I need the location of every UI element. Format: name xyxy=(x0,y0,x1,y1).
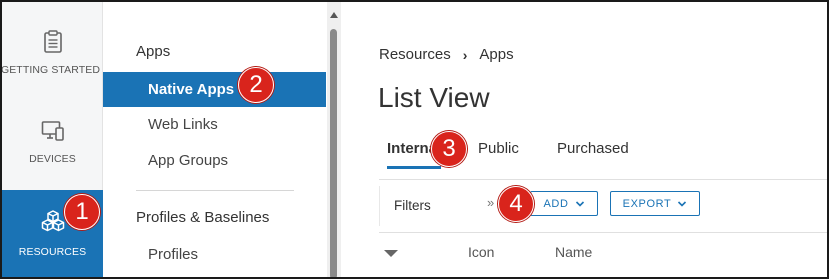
devices-icon xyxy=(41,120,65,142)
section-heading-apps: Apps xyxy=(136,43,171,60)
main-content: Resources › Apps List View Internal Publ… xyxy=(341,2,827,277)
toolbar-divider xyxy=(379,179,827,180)
callout-marker: 2 xyxy=(238,67,274,103)
add-button-label: ADD xyxy=(543,197,569,210)
collapse-filters-icon[interactable]: » xyxy=(487,195,494,210)
subnav-scrollbar[interactable] xyxy=(327,2,341,277)
add-button[interactable]: ADD xyxy=(530,191,598,216)
clipboard-icon xyxy=(43,30,63,54)
column-header-name[interactable]: Name xyxy=(555,244,592,260)
chevron-down-icon xyxy=(678,200,687,207)
section-heading-profiles-baselines: Profiles & Baselines xyxy=(136,209,270,226)
tab-public[interactable]: Public xyxy=(478,140,519,157)
export-button-label: EXPORT xyxy=(622,197,672,210)
subnav-item-web-links[interactable]: Web Links xyxy=(103,107,326,142)
subnav-item-profiles[interactable]: Profiles xyxy=(103,237,326,272)
export-button[interactable]: EXPORT xyxy=(610,191,700,216)
breadcrumb-resources-link[interactable]: Resources xyxy=(379,46,451,63)
app-window: GETTING STARTED DEVICES RESOURCES Apps N… xyxy=(0,0,829,279)
callout-marker: 3 xyxy=(431,131,467,167)
breadcrumb: Resources › Apps xyxy=(379,46,514,63)
secondary-nav: Apps Native Apps Web Links App Groups Pr… xyxy=(103,2,327,277)
chevron-down-icon xyxy=(575,200,584,207)
rail-item-label: RESOURCES xyxy=(18,246,87,258)
rail-item-getting-started[interactable]: GETTING STARTED xyxy=(2,30,103,100)
scrollbar-thumb[interactable] xyxy=(330,29,337,277)
callout-marker: 1 xyxy=(64,194,100,230)
rail-item-label: GETTING STARTED xyxy=(0,64,101,76)
cubes-icon xyxy=(40,210,66,232)
chevron-right-icon: › xyxy=(462,46,468,63)
primary-nav-rail: GETTING STARTED DEVICES RESOURCES xyxy=(2,2,103,277)
rail-item-label: DEVICES xyxy=(29,153,76,165)
subnav-divider xyxy=(136,190,294,191)
subnav-item-native-apps[interactable]: Native Apps xyxy=(103,72,326,107)
page-title: List View xyxy=(378,82,490,113)
breadcrumb-current: Apps xyxy=(479,46,514,63)
filters-toggle[interactable]: Filters xyxy=(379,186,497,226)
subnav-item-app-groups[interactable]: App Groups xyxy=(103,143,326,178)
rail-item-devices[interactable]: DEVICES xyxy=(2,120,103,190)
callout-marker: 4 xyxy=(498,186,534,222)
caret-down-icon[interactable] xyxy=(384,250,398,257)
scroll-up-arrow-icon[interactable] xyxy=(330,12,338,18)
table-header-row: Icon Name xyxy=(379,232,827,277)
tab-purchased[interactable]: Purchased xyxy=(557,140,629,157)
column-header-icon[interactable]: Icon xyxy=(468,244,494,260)
